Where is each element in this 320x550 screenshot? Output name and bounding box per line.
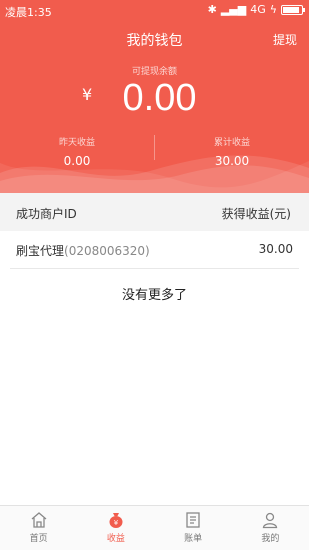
page-title: 我的钱包	[126, 33, 183, 49]
column-merchant-id: 成功商户ID	[16, 207, 77, 221]
merchant-name: 刷宝代理	[16, 244, 65, 258]
tab-earnings[interactable]: ¥ 收益	[77, 506, 154, 550]
balance-label: 可提现余额	[131, 67, 177, 77]
network-type: 4G	[250, 3, 266, 16]
tab-earnings-label: 收益	[106, 534, 125, 544]
status-time: 凌晨1:35	[5, 6, 52, 19]
withdraw-button[interactable]: 提现	[273, 31, 297, 48]
row-divider	[10, 268, 299, 269]
tab-mine[interactable]: 我的	[232, 506, 309, 550]
merchant-id: (0208006320)	[64, 244, 150, 258]
person-icon	[263, 512, 278, 529]
home-icon	[31, 512, 47, 528]
tab-home-label: 首页	[29, 534, 48, 544]
signal-icon: ▂▄▆	[220, 3, 247, 16]
money-bag-icon: ¥	[109, 513, 123, 528]
charging-icon: ϟ	[269, 3, 277, 16]
merchant-cell: 刷宝代理(0208006320)	[16, 242, 150, 259]
battery-icon	[281, 4, 305, 15]
balance-value: 0.00	[122, 77, 197, 119]
svg-text:¥: ¥	[114, 519, 119, 527]
bluetooth-icon: ✱	[207, 3, 217, 16]
tab-bills[interactable]: 账单	[155, 506, 232, 550]
bill-icon	[186, 512, 200, 528]
earnings-cell: 30.00	[258, 242, 293, 256]
status-icons: ✱ ▂▄▆ 4G ϟ	[207, 3, 305, 16]
wave-decoration	[0, 155, 309, 193]
table-header: 成功商户ID 获得收益(元)	[0, 193, 309, 231]
column-earnings: 获得收益(元)	[221, 207, 291, 221]
tab-mine-label: 我的	[261, 534, 280, 544]
tab-home[interactable]: 首页	[0, 506, 77, 550]
wallet-header: 我的钱包 提现 可提现余额 ¥ 0.00 昨天收益 0.00 累计收益 30.0…	[0, 22, 309, 193]
status-bar: 凌晨1:35 ✱ ▂▄▆ 4G ϟ	[0, 0, 309, 22]
no-more-text: 没有更多了	[121, 288, 187, 303]
table-row[interactable]: 刷宝代理(0208006320) 30.00	[0, 231, 309, 269]
bottom-tab-bar: 首页 ¥ 收益 账单 我的	[0, 505, 309, 550]
battery-fill	[283, 6, 299, 13]
tab-bills-label: 账单	[184, 534, 203, 544]
